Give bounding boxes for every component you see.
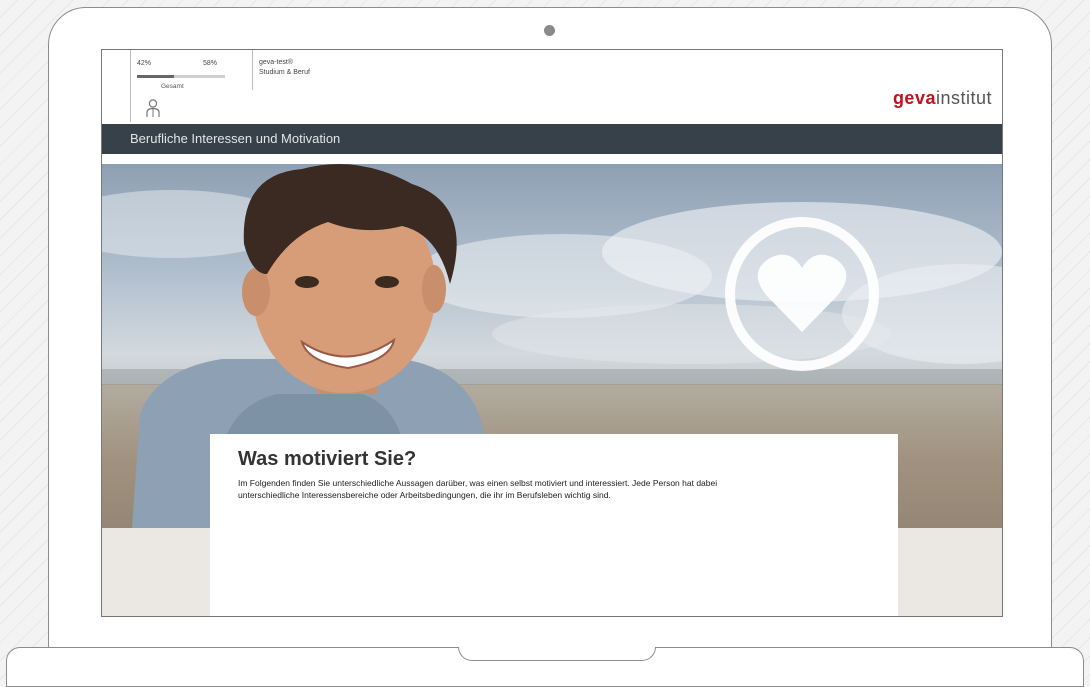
laptop-base bbox=[6, 647, 1084, 687]
account-module: Studium & Beruf bbox=[259, 69, 310, 76]
intro-text: Im Folgenden finden Sie unterschiedliche… bbox=[238, 478, 718, 500]
laptop-notch bbox=[458, 647, 656, 661]
progress-caption: Gesamt bbox=[161, 83, 184, 90]
section-title: Berufliche Interessen und Motivation bbox=[102, 124, 1002, 154]
progress-percent-right: 58% bbox=[203, 60, 218, 67]
brand-logo[interactable]: gevainstitut bbox=[893, 88, 992, 109]
progress-block: 42% 58% Gesamt bbox=[130, 50, 261, 122]
app-screen: 42% 58% Gesamt geva-test® Studium & Beru… bbox=[101, 49, 1003, 617]
logo-part-institut: institut bbox=[935, 88, 992, 108]
account-info: geva-test® Studium & Beruf bbox=[252, 50, 310, 90]
user-icon[interactable] bbox=[145, 98, 161, 118]
logo-part-geva: geva bbox=[892, 88, 936, 108]
intro-card: Was motiviert Sie? Im Folgenden finden S… bbox=[210, 434, 898, 616]
progress-bar bbox=[137, 75, 225, 78]
top-bar: 42% 58% Gesamt geva-test® Studium & Beru… bbox=[102, 50, 1002, 124]
progress-bar-fill bbox=[137, 75, 174, 78]
account-product: geva-test® bbox=[259, 59, 293, 66]
camera bbox=[544, 25, 555, 36]
intro-heading: Was motiviert Sie? bbox=[238, 448, 417, 470]
progress-percent-left: 42% bbox=[137, 60, 152, 67]
